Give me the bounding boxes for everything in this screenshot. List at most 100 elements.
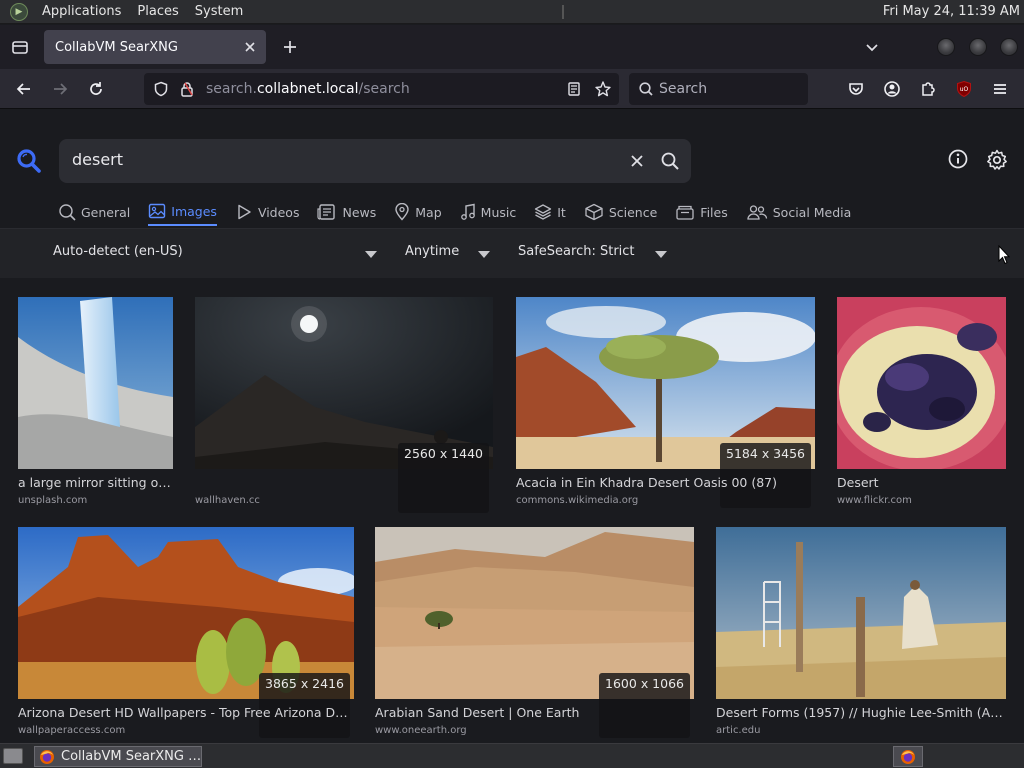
- newspaper-icon: [317, 204, 336, 220]
- show-desktop-icon[interactable]: [3, 748, 23, 764]
- category-news[interactable]: News: [317, 198, 376, 226]
- minimize-window-button[interactable]: [937, 38, 955, 56]
- result-title[interactable]: a large mirror sitting on t…: [18, 475, 173, 490]
- chevron-down-icon: [866, 44, 878, 52]
- gear-icon[interactable]: [985, 148, 1009, 172]
- reader-view-icon[interactable]: [566, 81, 582, 97]
- image-result[interactable]: Desert Forms (1957) // Hughie Lee-Smith …: [716, 527, 1006, 742]
- ublock-origin-button[interactable]: uO: [950, 75, 978, 103]
- reload-icon: [90, 82, 102, 95]
- image-result[interactable]: 3865 x 2416 Arizona Desert HD Wallpapers…: [18, 527, 354, 742]
- filter-bar: Auto-detect (en-US) Anytime SafeSearch: …: [0, 228, 1024, 278]
- result-source: www.oneearth.org: [375, 725, 467, 736]
- result-title[interactable]: Desert Forms (1957) // Hughie Lee-Smith …: [716, 705, 1006, 720]
- bookmark-star-icon[interactable]: [594, 80, 612, 98]
- clock[interactable]: Fri May 24, 11:39 AM: [883, 0, 1024, 24]
- lock-icon[interactable]: [180, 81, 194, 97]
- query-search-box[interactable]: desert: [59, 139, 691, 183]
- firefox-icon: [901, 749, 915, 764]
- close-window-button[interactable]: [1000, 38, 1018, 56]
- plus-icon: [284, 41, 296, 53]
- category-general[interactable]: General: [58, 198, 130, 226]
- category-videos[interactable]: Videos: [235, 198, 299, 226]
- category-files[interactable]: Files: [675, 198, 728, 226]
- info-icon[interactable]: [947, 148, 969, 170]
- clear-query-button[interactable]: [627, 151, 647, 171]
- result-title[interactable]: Acacia in Ein Khadra Desert Oasis 00 (87…: [516, 475, 815, 490]
- image-result[interactable]: 5184 x 3456 Acacia in Ein Khadra Desert …: [516, 297, 815, 512]
- reload-button[interactable]: [82, 75, 110, 103]
- image-icon: [149, 203, 166, 219]
- searxng-header: desert General Images Videos News Map Mu…: [0, 110, 1024, 228]
- tab-overflow-button[interactable]: [858, 33, 886, 61]
- map-pin-icon: [395, 203, 409, 221]
- result-title[interactable]: Arizona Desert HD Wallpapers - Top Free …: [18, 705, 354, 720]
- search-icon: [661, 152, 679, 170]
- category-images[interactable]: Images: [148, 198, 217, 226]
- category-label: Science: [608, 204, 658, 220]
- forward-button[interactable]: [46, 75, 74, 103]
- tab-list-icon: [12, 41, 28, 54]
- shield-icon[interactable]: [153, 81, 169, 97]
- taskbar-window-button[interactable]: CollabVM SearXNG …: [34, 746, 202, 767]
- search-icon: [639, 82, 653, 96]
- extensions-button[interactable]: [914, 75, 942, 103]
- url-bar[interactable]: search.collabnet.local/search: [144, 73, 619, 105]
- category-it[interactable]: It: [534, 198, 566, 226]
- puzzle-icon: [922, 82, 935, 96]
- category-label: Files: [700, 204, 728, 220]
- category-science[interactable]: Science: [584, 198, 657, 226]
- language-select[interactable]: Auto-detect (en-US): [53, 244, 183, 259]
- chevron-down-icon[interactable]: [365, 251, 377, 258]
- result-source: wallpaperaccess.com: [18, 725, 126, 736]
- result-title[interactable]: Arabian Sand Desert | One Earth: [375, 705, 694, 720]
- applications-menu[interactable]: Applications: [34, 0, 129, 24]
- search-icon: [59, 204, 76, 221]
- search-submit-button[interactable]: [659, 150, 681, 172]
- maximize-window-button[interactable]: [969, 38, 987, 56]
- searxng-logo-icon[interactable]: [16, 148, 42, 174]
- image-result[interactable]: 2560 x 1440 wallhaven.cc: [195, 297, 493, 513]
- image-result[interactable]: 1600 x 1066 Arabian Sand Desert | One Ea…: [375, 527, 694, 742]
- close-tab-button[interactable]: [240, 37, 260, 57]
- safesearch-select[interactable]: SafeSearch: Strict: [518, 244, 635, 259]
- result-source: wallhaven.cc: [195, 495, 260, 506]
- browser-search-field[interactable]: Search: [629, 73, 808, 105]
- category-music[interactable]: Music: [460, 198, 516, 226]
- image-result[interactable]: Desert www.flickr.com: [837, 297, 1006, 512]
- system-menu[interactable]: System: [187, 0, 251, 24]
- close-icon: [631, 155, 643, 167]
- result-thumbnail[interactable]: [837, 297, 1006, 469]
- image-result[interactable]: a large mirror sitting on t… unsplash.co…: [18, 297, 173, 512]
- category-map[interactable]: Map: [394, 198, 442, 226]
- places-menu[interactable]: Places: [129, 0, 186, 24]
- query-input[interactable]: desert: [72, 150, 123, 169]
- back-button[interactable]: [10, 75, 38, 103]
- account-button[interactable]: [878, 75, 906, 103]
- time-range-select[interactable]: Anytime: [405, 244, 459, 259]
- active-tab[interactable]: CollabVM SearXNG: [44, 30, 266, 64]
- tab-strip: CollabVM SearXNG: [0, 25, 1024, 69]
- image-results-grid: a large mirror sitting on t… unsplash.co…: [0, 278, 1024, 743]
- result-title[interactable]: Desert: [837, 475, 1006, 490]
- list-all-tabs-button[interactable]: [0, 25, 40, 69]
- category-label: Map: [415, 204, 442, 220]
- new-tab-button[interactable]: [276, 33, 304, 61]
- chevron-down-icon[interactable]: [655, 251, 667, 258]
- result-thumbnail[interactable]: [716, 527, 1006, 699]
- chevron-down-icon[interactable]: [478, 251, 490, 258]
- app-menu-button[interactable]: [986, 75, 1014, 103]
- pocket-button[interactable]: [842, 75, 870, 103]
- distro-logo-icon[interactable]: ▶: [10, 2, 28, 21]
- category-label: Social Media: [772, 204, 852, 220]
- mouse-pointer-icon: [998, 245, 1010, 265]
- navigation-toolbar: search.collabnet.local/search Search uO: [0, 69, 1024, 109]
- url-text[interactable]: search.collabnet.local/search: [206, 81, 410, 97]
- url-prefix: search.: [206, 81, 257, 97]
- result-thumbnail[interactable]: [18, 297, 173, 469]
- searxng-page: desert General Images Videos News Map Mu…: [0, 110, 1024, 743]
- taskbar-firefox-launcher[interactable]: [893, 746, 923, 767]
- category-social-media[interactable]: Social Media: [746, 198, 852, 226]
- result-source: commons.wikimedia.org: [516, 495, 639, 506]
- taskbar-window-label: CollabVM SearXNG …: [61, 749, 202, 764]
